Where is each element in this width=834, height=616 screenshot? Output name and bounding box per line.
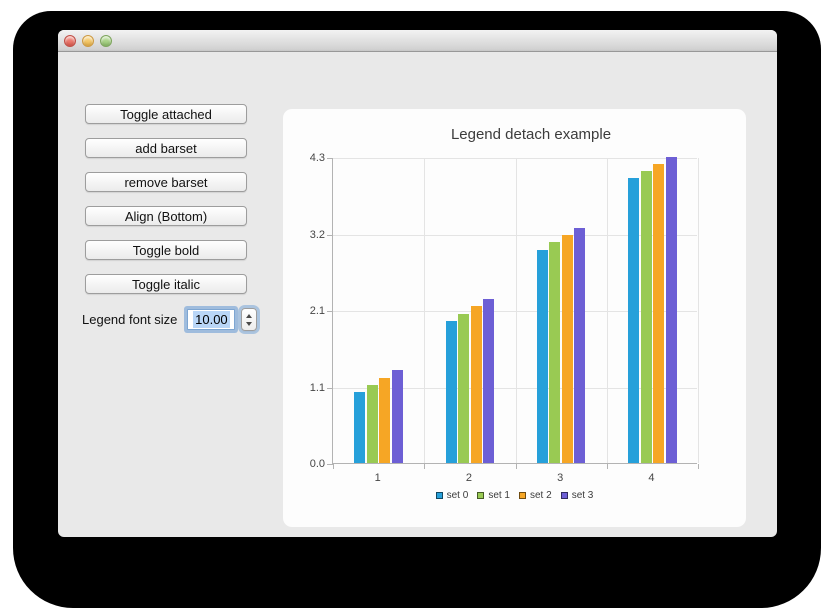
legend-label: set 1 [488, 490, 510, 501]
gridline-vertical [607, 158, 608, 463]
close-button[interactable] [64, 35, 76, 47]
legend-marker-icon[interactable] [519, 492, 526, 499]
zoom-button[interactable] [100, 35, 112, 47]
x-axis-tick [516, 464, 517, 469]
gridline-vertical [424, 158, 425, 463]
legend-font-size-input[interactable]: 10.00 [187, 309, 235, 330]
bar-set0-group1 [354, 392, 365, 463]
remove-barset-button[interactable]: remove barset [85, 172, 247, 192]
bar-set1-group3 [549, 242, 560, 463]
legend-font-size-value: 10.00 [193, 311, 230, 328]
bar-set0-group4 [628, 178, 639, 463]
bar-set3-group2 [483, 299, 494, 463]
legend-item[interactable]: set 1 [477, 490, 510, 501]
bar-set1-group2 [458, 314, 469, 463]
minimize-button[interactable] [82, 35, 94, 47]
gridline-vertical [698, 158, 699, 463]
x-axis-label: 1 [358, 472, 398, 484]
legend-font-size-spinbox: 10.00 [187, 308, 257, 331]
chart-legend: set 0 set 1 set 2 set 3 [283, 490, 746, 501]
bar-set2-group2 [471, 306, 482, 463]
chart-title: Legend detach example [341, 126, 721, 143]
legend-label: set 3 [572, 490, 594, 501]
y-axis-tick [327, 388, 333, 389]
legend-label: set 0 [447, 490, 469, 501]
legend-item[interactable]: set 0 [436, 490, 469, 501]
stepper-down-button[interactable] [246, 322, 252, 326]
legend-item[interactable]: set 3 [561, 490, 594, 501]
toggle-attached-button[interactable]: Toggle attached [85, 104, 247, 124]
x-axis-label: 2 [449, 472, 489, 484]
legend-marker-icon[interactable] [436, 492, 443, 499]
legend-marker-icon[interactable] [561, 492, 568, 499]
bar-set3-group1 [392, 370, 403, 463]
legend-marker-icon[interactable] [477, 492, 484, 499]
y-axis-label: 0.0 [293, 458, 325, 470]
bar-set3-group4 [666, 157, 677, 463]
bar-set0-group2 [446, 321, 457, 463]
legend-label: set 2 [530, 490, 552, 501]
x-axis-label: 3 [540, 472, 580, 484]
legend-font-size-stepper [241, 308, 257, 331]
x-axis-label: 4 [631, 472, 671, 484]
app-window: Toggle attached add barset remove barset… [58, 30, 777, 537]
y-axis-tick [327, 158, 333, 159]
toggle-bold-button[interactable]: Toggle bold [85, 240, 247, 260]
bar-set0-group3 [537, 250, 548, 463]
stepper-up-button[interactable] [246, 314, 252, 318]
chart-panel: Legend detach example set 0set 1set 2set… [283, 109, 746, 527]
traffic-lights [64, 35, 112, 47]
bar-set2-group3 [562, 235, 573, 463]
plot-area [332, 158, 697, 464]
titlebar[interactable] [58, 30, 777, 52]
bar-set2-group4 [653, 164, 664, 463]
y-axis-tick [327, 311, 333, 312]
legend-font-size-label: Legend font size [82, 312, 177, 327]
align-bottom-button[interactable]: Align (Bottom) [85, 206, 247, 226]
bar-set2-group1 [379, 378, 390, 463]
legend-item[interactable]: set 2 [519, 490, 552, 501]
y-axis-label: 3.2 [293, 229, 325, 241]
y-axis-label: 4.3 [293, 152, 325, 164]
x-axis-tick [333, 464, 334, 469]
toggle-italic-button[interactable]: Toggle italic [85, 274, 247, 294]
y-axis-label: 1.1 [293, 382, 325, 394]
window-content: Toggle attached add barset remove barset… [58, 52, 777, 536]
bar-set1-group1 [367, 385, 378, 463]
gridline-vertical [516, 158, 517, 463]
add-barset-button[interactable]: add barset [85, 138, 247, 158]
y-axis-tick [327, 235, 333, 236]
y-axis-label: 2.1 [293, 305, 325, 317]
bar-set1-group4 [641, 171, 652, 463]
window-shadow: Toggle attached add barset remove barset… [13, 11, 821, 608]
x-axis-tick [698, 464, 699, 469]
bar-set3-group3 [574, 228, 585, 463]
x-axis-tick [607, 464, 608, 469]
x-axis-tick [424, 464, 425, 469]
gridline-horizontal [333, 158, 697, 159]
